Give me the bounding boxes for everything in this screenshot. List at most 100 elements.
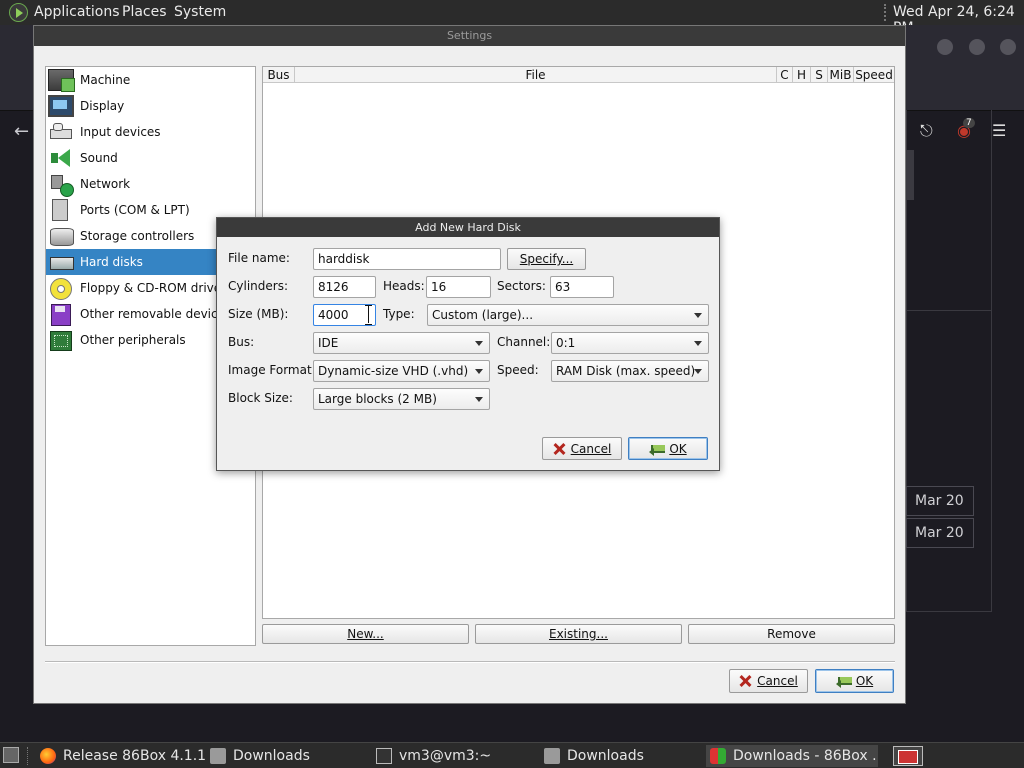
firefox-icon [40, 748, 56, 764]
cylinders-field[interactable]: 8126 [313, 276, 376, 298]
taskbar-item-86box[interactable]: Downloads - 86Box ... [706, 745, 878, 767]
category-network[interactable]: Network [46, 171, 255, 197]
remove-disk-button[interactable]: Remove [688, 624, 895, 644]
cancel-icon [553, 443, 565, 455]
category-label: Other peripherals [80, 333, 186, 347]
removable-icon [48, 303, 74, 326]
new-disk-button[interactable]: New... [262, 624, 469, 644]
display-icon [48, 95, 74, 117]
input-devices-icon [48, 121, 74, 143]
taskbar-item-label: Downloads - 86Box ... [733, 748, 878, 764]
settings-title: Settings [446, 29, 493, 42]
specify-button[interactable]: Specify... [507, 248, 586, 270]
existing-disk-label: Existing... [549, 627, 608, 641]
heads-field[interactable]: 16 [426, 276, 491, 298]
ok-icon [835, 675, 852, 688]
maximize-icon[interactable] [969, 39, 985, 55]
sectors-label: Sectors: [497, 279, 546, 293]
column-file[interactable]: File [295, 67, 777, 83]
type-dropdown[interactable]: Custom (large)... [427, 304, 709, 326]
new-disk-label: New... [347, 627, 384, 641]
show-desktop-icon[interactable] [3, 747, 19, 763]
settings-cancel-button[interactable]: Cancel [729, 669, 808, 693]
dialog-cancel-button[interactable]: Cancel [542, 437, 622, 460]
category-label: Display [80, 99, 125, 113]
dialog-ok-button[interactable]: OK [628, 437, 708, 460]
taskbar-item-downloads-2[interactable]: Downloads [542, 745, 702, 767]
ok-icon [649, 443, 666, 456]
machine-icon [48, 69, 75, 92]
file-name-field[interactable]: harddisk [313, 248, 501, 270]
back-arrow-icon[interactable]: ← [14, 121, 29, 142]
top-panel: Applications Places System Wed Apr 24, 6… [0, 0, 1024, 36]
folder-icon [210, 748, 226, 764]
category-sound[interactable]: Sound [46, 145, 255, 171]
settings-ok-label: OK [855, 674, 874, 688]
channel-dropdown[interactable]: 0:1 [551, 332, 709, 354]
places-menu[interactable]: Places [122, 4, 167, 20]
dialog-ok-label: OK [669, 441, 687, 456]
category-label: Input devices [80, 125, 161, 139]
taskbar-item-firefox[interactable]: Release 86Box 4.1.1 ... [38, 745, 206, 767]
cancel-icon [739, 675, 751, 687]
date-cell: Mar 20 [906, 486, 974, 516]
bus-label: Bus: [228, 335, 255, 349]
column-speed[interactable]: Speed [854, 67, 894, 83]
type-label: Type: [383, 307, 415, 321]
column-mib[interactable]: MiB [828, 67, 854, 83]
settings-ok-button[interactable]: OK [815, 669, 894, 693]
background-scrollbar[interactable] [906, 150, 914, 200]
system-menu[interactable]: System [174, 4, 226, 20]
settings-divider [45, 661, 895, 663]
column-bus[interactable]: Bus [263, 67, 295, 83]
category-machine[interactable]: Machine [46, 67, 255, 93]
86box-icon [710, 748, 726, 764]
block-size-dropdown[interactable]: Large blocks (2 MB) [313, 388, 490, 410]
column-h[interactable]: H [793, 67, 811, 83]
taskbar-item-terminal[interactable]: vm3@vm3:~ [374, 745, 534, 767]
size-label: Size (MB): [228, 307, 289, 321]
speed-dropdown[interactable]: RAM Disk (max. speed) [551, 360, 709, 382]
bus-dropdown[interactable]: IDE [313, 332, 490, 354]
taskbar: Release 86Box 4.1.1 ... Downloads vm3@vm… [0, 742, 1024, 768]
category-label: Hard disks [80, 255, 143, 269]
channel-label: Channel: [497, 335, 551, 349]
column-s[interactable]: S [811, 67, 828, 83]
hamburger-menu-icon[interactable]: ☰ [992, 121, 1006, 140]
applications-menu[interactable]: Applications [34, 4, 120, 20]
workspace-switcher-icon[interactable] [893, 746, 923, 766]
remove-disk-label: Remove [767, 627, 816, 641]
taskbar-item-label: Downloads [567, 748, 644, 764]
minimize-icon[interactable] [937, 39, 953, 55]
sound-icon [48, 147, 74, 169]
dialog-title: Add New Hard Disk [415, 221, 521, 234]
folder-icon [544, 748, 560, 764]
category-label: Network [80, 177, 131, 191]
peripherals-icon [48, 329, 74, 351]
category-input-devices[interactable]: Input devices [46, 119, 255, 145]
network-icon [48, 173, 74, 197]
column-c[interactable]: C [777, 67, 793, 83]
existing-disk-button[interactable]: Existing... [475, 624, 682, 644]
settings-title-bar[interactable]: Settings [34, 26, 905, 46]
hard-disk-icon [48, 251, 74, 273]
category-display[interactable]: Display [46, 93, 255, 119]
text-cursor-icon [365, 305, 373, 325]
storage-icon [48, 225, 74, 247]
floppy-icon [48, 277, 74, 300]
add-hard-disk-dialog: Add New Hard Disk File name: harddisk Sp… [216, 217, 720, 471]
dialog-title-bar[interactable]: Add New Hard Disk [217, 218, 719, 237]
close-icon[interactable] [1000, 39, 1016, 55]
background-divider [906, 310, 992, 311]
category-label: Floppy & CD-ROM drives [80, 281, 228, 295]
sectors-field[interactable]: 63 [550, 276, 614, 298]
heads-label: Heads: [383, 279, 425, 293]
category-label: Machine [80, 73, 131, 87]
taskbar-item-label: vm3@vm3:~ [399, 748, 492, 764]
image-format-dropdown[interactable]: Dynamic-size VHD (.vhd) [313, 360, 490, 382]
panel-separator [884, 4, 886, 21]
mate-logo-icon[interactable] [9, 3, 28, 22]
taskbar-item-label: Release 86Box 4.1.1 ... [63, 748, 206, 764]
taskbar-item-label: Downloads [233, 748, 310, 764]
taskbar-item-downloads[interactable]: Downloads [208, 745, 368, 767]
